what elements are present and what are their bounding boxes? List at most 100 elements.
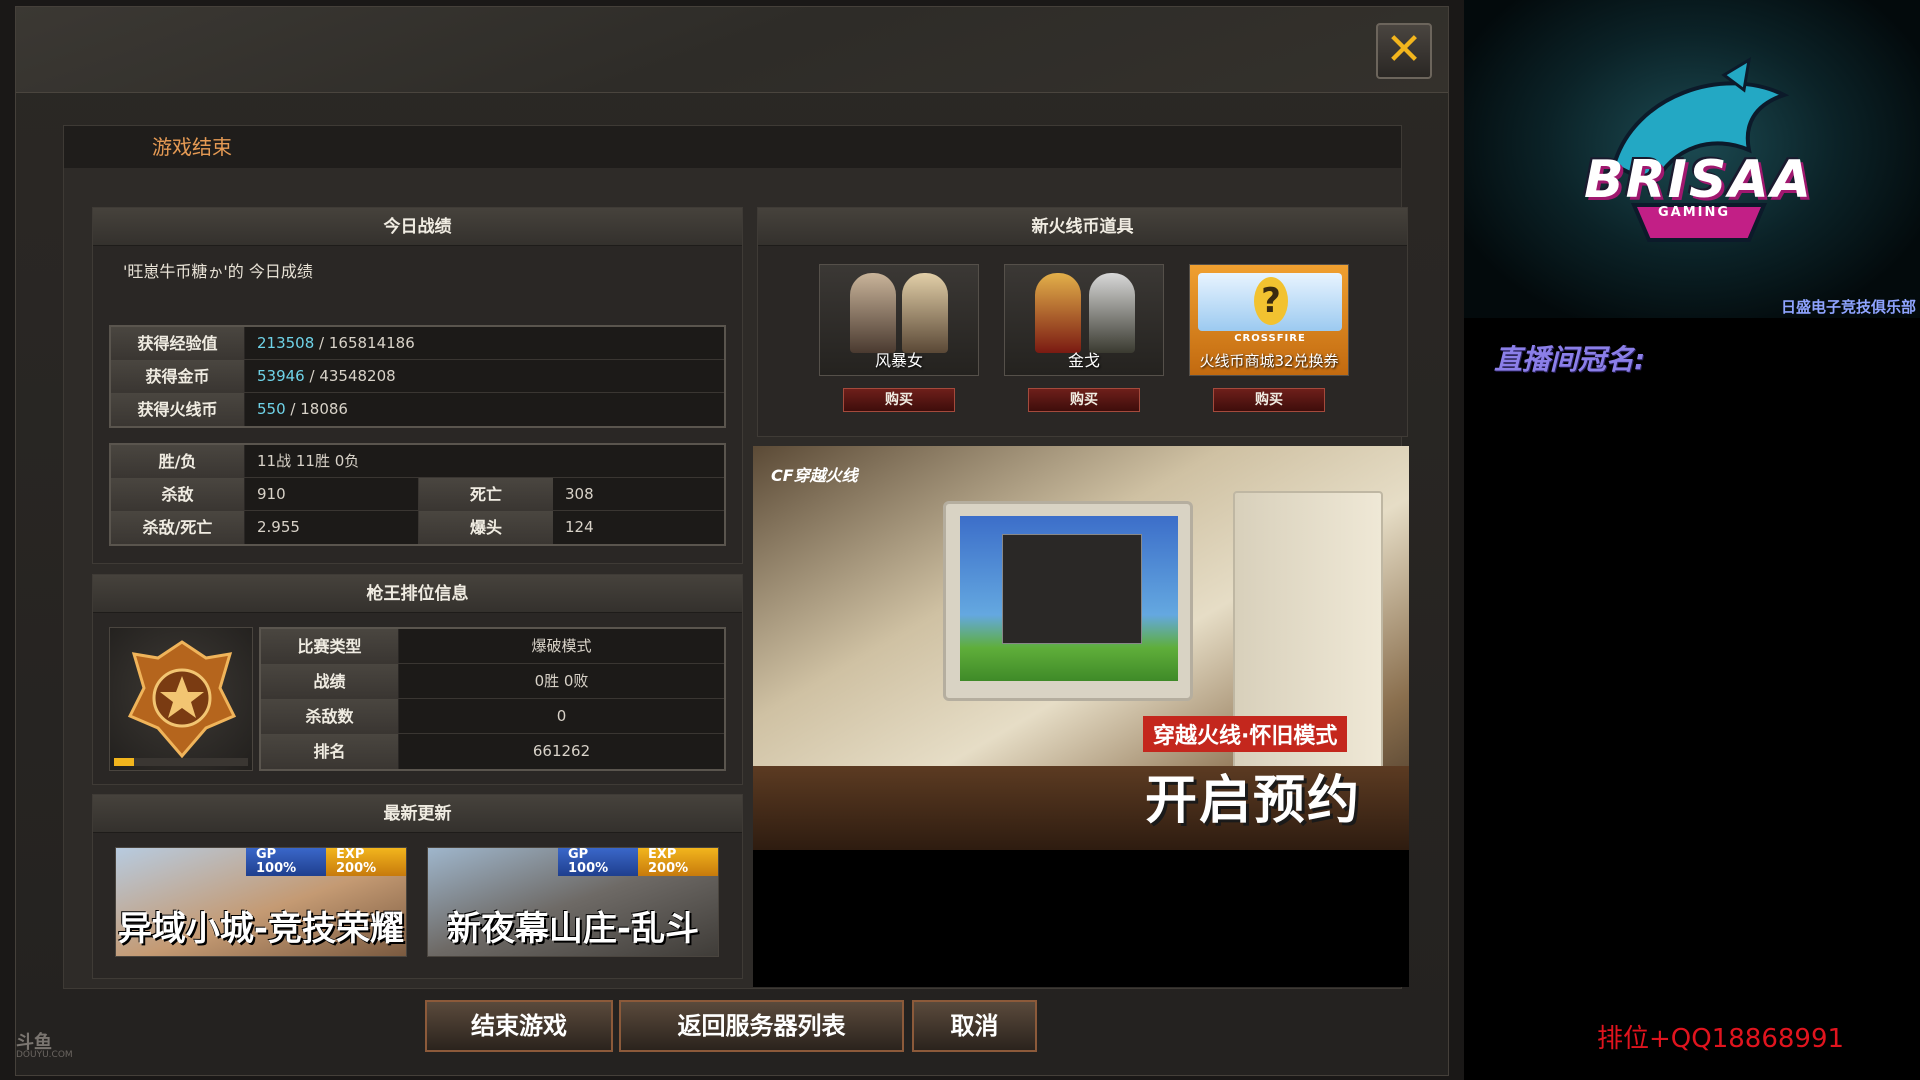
cf-coin-total: 18086: [300, 400, 348, 418]
page-title: 游戏结束: [152, 135, 232, 159]
buy-button[interactable]: 购买: [843, 388, 955, 412]
gold-value: 53946 / 43548208: [245, 360, 724, 392]
update-title: 新夜幕山庄-乱斗: [446, 909, 700, 949]
monitor-screen: [960, 516, 1178, 681]
promo-panel: CF穿越火线 穿越火线·怀旧模式 开启预约: [753, 446, 1409, 987]
contact-text: 排位+QQ18868991: [1597, 1024, 1845, 1054]
exp-gain: 213508: [257, 334, 315, 352]
shop-item: 金戈 购买: [1004, 264, 1164, 412]
title-bar: 游戏结束: [64, 126, 1401, 168]
rank-row: 排名 661262: [261, 734, 724, 769]
promo-subtitle: 穿越火线·怀旧模式: [1143, 716, 1348, 752]
cf-coin-value: 550 / 18086: [245, 393, 724, 426]
gold-label: 获得金币: [111, 360, 245, 392]
promo-banner[interactable]: CF穿越火线 穿越火线·怀旧模式 开启预约: [753, 446, 1409, 850]
monitor-illustration: [943, 501, 1193, 701]
rank-progress-fill: [114, 758, 135, 766]
stream-sidebar: BRISAA GAMING 日盛电子竞技俱乐部 直播间冠名: 排位+QQ1886…: [1464, 0, 1920, 1080]
gp-bonus: GP 100%: [558, 848, 638, 876]
kills-row: 杀敌 910 死亡 308: [111, 478, 724, 511]
bonus-badge: GP 100% EXP 200%: [246, 848, 406, 876]
rank-row-label: 杀敌数: [261, 699, 399, 733]
kd-row: 杀敌/死亡 2.955 爆头 124: [111, 511, 724, 544]
exp-rate: 200%: [648, 861, 689, 876]
kills-label: 杀敌: [111, 478, 245, 510]
window-top-bar: ✕: [16, 7, 1448, 93]
cancel-button[interactable]: 取消: [912, 1000, 1037, 1052]
kd-value: 2.955: [245, 511, 419, 544]
player-caption: '旺崽牛币糖ゕ'的 今日成绩: [123, 262, 313, 281]
gold-row: 获得金币 53946 / 43548208: [111, 360, 724, 393]
rank-row-label: 比赛类型: [261, 629, 399, 663]
rank-row-label: 战绩: [261, 664, 399, 698]
cf-coin-label: 获得火线币: [111, 393, 245, 426]
voucher-box-icon: ?: [1198, 273, 1342, 331]
update-title: 异域小城-竞技荣耀: [117, 909, 405, 949]
exp-bonus: EXP 200%: [326, 848, 406, 876]
gp-rate: 100%: [256, 861, 297, 876]
rank-table: 比赛类型 爆破模式 战绩 0胜 0败 杀敌数 0 排名 661262: [259, 627, 726, 771]
exp-label-badge: EXP: [648, 847, 677, 862]
gold-sep: /: [304, 367, 320, 385]
promo-brand: CF穿越火线: [771, 466, 858, 485]
headshot-label: 爆头: [419, 511, 553, 544]
gp-rate: 100%: [568, 861, 609, 876]
rank-row-value: 0胜 0败: [534, 672, 589, 690]
update-banner[interactable]: GP 100% EXP 200% 新夜幕山庄-乱斗: [427, 847, 719, 957]
game-window: ✕ 游戏结束 今日战绩 '旺崽牛币糖ゕ'的 今日成绩 获得经验值 213508 …: [15, 6, 1449, 1076]
character-figure: [902, 273, 948, 353]
team-logo-text: BRISAA: [1584, 150, 1813, 210]
item-name: 火线币商城32兑换券: [1199, 352, 1339, 370]
item-image[interactable]: 风暴女: [819, 264, 979, 376]
content-frame: 游戏结束 今日战绩 '旺崽牛币糖ゕ'的 今日成绩 获得经验值 213508 / …: [63, 125, 1409, 989]
rank-header: 枪王排位信息: [93, 575, 742, 613]
exp-total: 165814186: [328, 334, 415, 352]
character-figure: [1035, 273, 1081, 353]
end-game-button[interactable]: 结束游戏: [425, 1000, 613, 1052]
gp-bonus: GP 100%: [246, 848, 326, 876]
question-mark-icon: ?: [1254, 277, 1288, 325]
close-button[interactable]: ✕: [1376, 23, 1432, 79]
buy-button[interactable]: 购买: [1213, 388, 1325, 412]
gold-total: 43548208: [319, 367, 396, 385]
cf-coin-sep: /: [285, 400, 301, 418]
shop-panel: 新火线币道具 风暴女 购买 金戈 购买 ? CROSSFIRE 火线币商城32兑…: [757, 207, 1408, 437]
rank-row-value: 0: [556, 707, 567, 725]
crossfire-brand: CROSSFIRE: [1234, 333, 1306, 344]
club-name: 日盛电子竞技俱乐部: [1780, 298, 1916, 316]
rank-row: 杀敌数 0: [261, 699, 724, 734]
character-figure: [850, 273, 896, 353]
kills-value: 910: [245, 478, 419, 510]
gp-label: GP: [568, 847, 589, 862]
team-logo-subtext: GAMING: [1657, 205, 1731, 220]
kd-label: 杀敌/死亡: [111, 511, 245, 544]
exp-row: 获得经验值 213508 / 165814186: [111, 327, 724, 360]
bonus-badge: GP 100% EXP 200%: [558, 848, 718, 876]
rank-progress-bar: [114, 758, 248, 766]
team-logo-area: BRISAA GAMING 日盛电子竞技俱乐部: [1464, 0, 1920, 318]
rank-row: 战绩 0胜 0败: [261, 664, 724, 699]
headshot-value: 124: [565, 518, 594, 536]
promo-headline: 开启预约: [1145, 771, 1362, 831]
exp-value: 213508 / 165814186: [245, 327, 724, 359]
update-banner[interactable]: GP 100% EXP 200% 异域小城-竞技荣耀: [115, 847, 407, 957]
gold-gain: 53946: [257, 367, 305, 385]
shop-item: ? CROSSFIRE 火线币商城32兑换券 购买: [1189, 264, 1349, 412]
rank-emblem-icon: [109, 627, 253, 771]
item-image[interactable]: 金戈: [1004, 264, 1164, 376]
shop-item: 风暴女 购买: [819, 264, 979, 412]
rank-panel: 枪王排位信息 比赛类型 爆破模式 战绩 0胜 0败 杀敌数 0 排名 66126…: [92, 574, 743, 785]
exp-label: 获得经验值: [111, 327, 245, 359]
item-name: 金戈: [1067, 351, 1100, 370]
shop-header: 新火线币道具: [758, 208, 1407, 246]
rank-row: 比赛类型 爆破模式: [261, 629, 724, 664]
buy-button[interactable]: 购买: [1028, 388, 1140, 412]
item-image[interactable]: ? CROSSFIRE 火线币商城32兑换券: [1189, 264, 1349, 376]
close-icon: ✕: [1385, 24, 1423, 75]
gp-label: GP: [256, 847, 277, 862]
cf-coin-row: 获得火线币 550 / 18086: [111, 393, 724, 426]
exp-sep: /: [314, 334, 329, 352]
winloss-row: 胜/负 11战 11胜 0负: [111, 445, 724, 478]
return-server-list-button[interactable]: 返回服务器列表: [619, 1000, 904, 1052]
stream-naming-title: 直播间冠名:: [1494, 343, 1646, 376]
